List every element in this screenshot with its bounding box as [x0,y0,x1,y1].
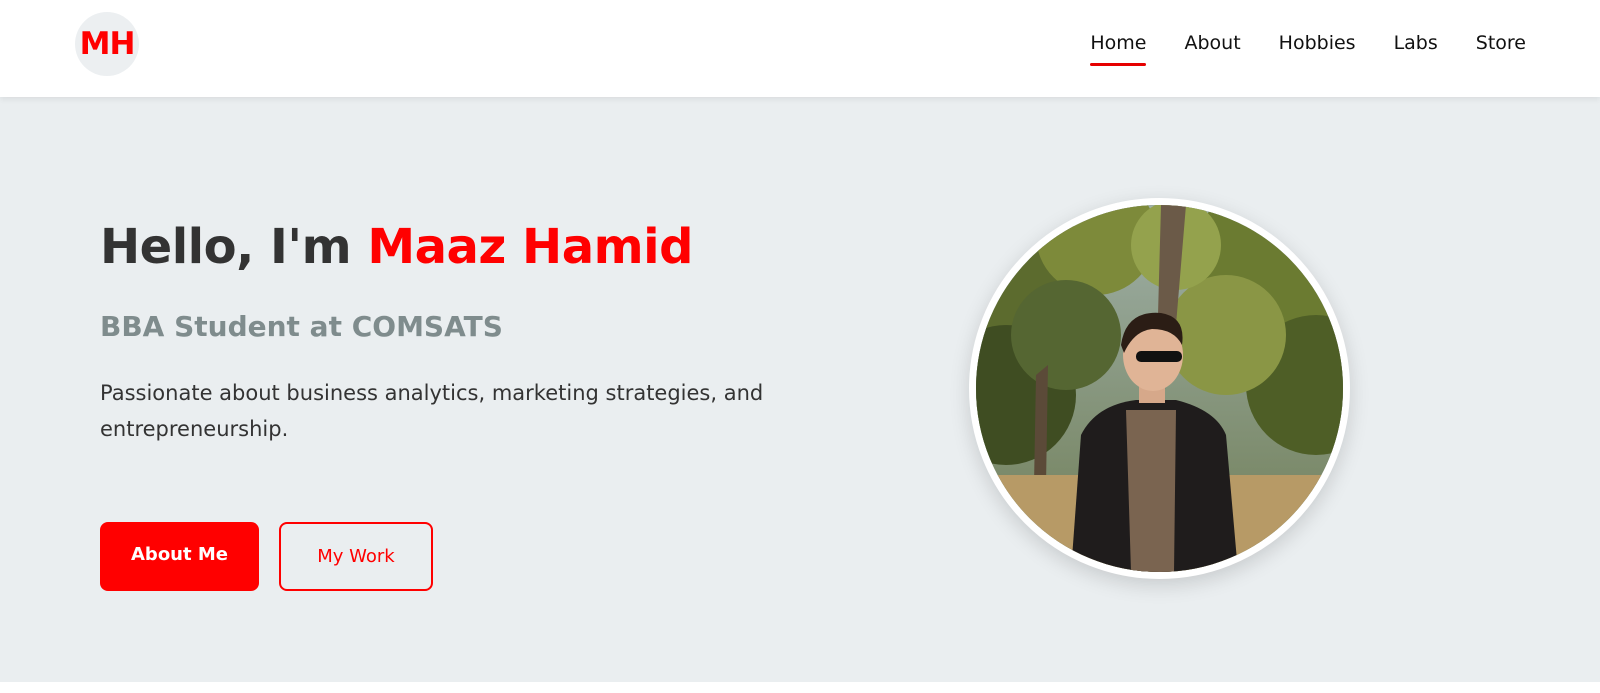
page-bottom-strip [0,682,1600,693]
hero-description: Passionate about business analytics, mar… [100,381,764,441]
nav-link-labs[interactable]: Labs [1394,28,1438,64]
logo[interactable]: MH [75,12,139,76]
about-me-button[interactable]: About Me [100,522,259,591]
nav-link-store[interactable]: Store [1476,28,1526,64]
profile-photo [969,198,1350,579]
hero-title: Hello, I'm Maaz Hamid [100,217,820,277]
nav-link-hobbies[interactable]: Hobbies [1279,28,1356,64]
main-nav: Home About Hobbies Labs Store [1090,28,1526,66]
nav-link-home[interactable]: Home [1090,28,1147,66]
hero-buttons: About Me My Work [100,522,433,591]
hero-name: Maaz Hamid [367,219,693,275]
hero-greeting: Hello, I'm [100,219,368,275]
hero-subtitle: BBA Student at COMSATS [100,310,503,343]
nav-link-about[interactable]: About [1184,28,1240,64]
profile-photo-illustration [976,205,1343,572]
site-header: MH Home About Hobbies Labs Store [0,0,1600,97]
hero-text: Hello, I'm Maaz Hamid BBA Student at COM… [100,217,820,591]
my-work-button[interactable]: My Work [279,522,433,591]
hero-section: Hello, I'm Maaz Hamid BBA Student at COM… [0,97,1600,682]
